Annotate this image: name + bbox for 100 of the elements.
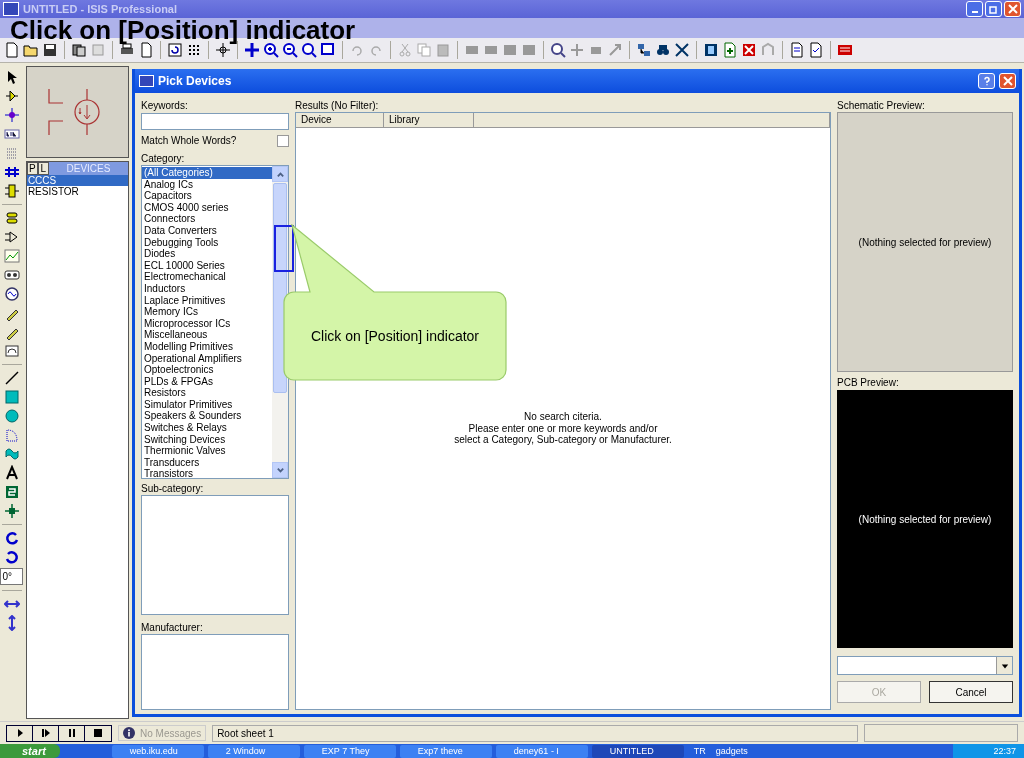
- minimize-button[interactable]: [966, 1, 983, 17]
- category-item[interactable]: Simulator Primitives: [142, 398, 272, 411]
- refresh-icon[interactable]: [167, 42, 183, 58]
- circle-icon[interactable]: [3, 408, 20, 424]
- category-item[interactable]: Speakers & Sounders: [142, 410, 272, 423]
- category-item[interactable]: Switches & Relays: [142, 422, 272, 434]
- category-item[interactable]: Data Converters: [142, 224, 272, 237]
- taskbar-button[interactable]: web.iku.edu: [111, 744, 204, 758]
- open-folder-icon[interactable]: [23, 42, 39, 58]
- category-item[interactable]: Diodes: [142, 248, 272, 260]
- rotation-field[interactable]: 0°: [0, 568, 24, 585]
- terminal-icon[interactable]: [3, 210, 20, 226]
- device-item[interactable]: CCCS: [26, 175, 128, 186]
- origin-icon[interactable]: [215, 42, 231, 58]
- language-indicator[interactable]: TR: [693, 746, 706, 756]
- binoculars-icon[interactable]: [655, 42, 671, 58]
- mode-tab[interactable]: L: [37, 162, 49, 175]
- device-pin-icon[interactable]: [3, 229, 20, 245]
- category-item[interactable]: Connectors: [142, 213, 272, 225]
- taskbar-button[interactable]: EXP 7 They: [303, 744, 396, 758]
- category-item[interactable]: (All Categories): [142, 167, 272, 179]
- arc-icon[interactable]: [3, 427, 20, 443]
- new-file-icon[interactable]: [4, 42, 20, 58]
- category-item[interactable]: Transducers: [142, 456, 272, 469]
- zoom-area-icon[interactable]: [320, 42, 336, 58]
- erc-icon[interactable]: [808, 42, 824, 58]
- category-item[interactable]: Analog ICs: [142, 178, 272, 191]
- dialog-button[interactable]: Cancel: [929, 681, 1013, 703]
- keywords-field[interactable]: [141, 113, 289, 130]
- subcircuit-icon[interactable]: [3, 183, 20, 199]
- category-item[interactable]: Miscellaneous: [142, 329, 272, 341]
- scroll-down-button[interactable]: [272, 462, 288, 478]
- new-sheet-icon[interactable]: [722, 42, 738, 58]
- rotate-anticlockwise-icon[interactable]: [3, 549, 20, 565]
- column-header[interactable]: Device: [296, 113, 384, 127]
- column-header[interactable]: Library: [384, 113, 474, 127]
- tape-icon[interactable]: [3, 267, 20, 283]
- tree-icon[interactable]: [636, 42, 652, 58]
- component-icon[interactable]: [3, 88, 20, 104]
- symbol-icon[interactable]: [3, 484, 20, 500]
- scrollbar[interactable]: [272, 166, 288, 478]
- category-item[interactable]: Electromechanical: [142, 271, 272, 283]
- remove-sheet-icon[interactable]: [741, 42, 757, 58]
- marker-icon[interactable]: [3, 503, 20, 519]
- generator-icon[interactable]: [3, 286, 20, 302]
- stop-icon: [93, 728, 103, 738]
- close-button[interactable]: [1004, 1, 1021, 17]
- category-item[interactable]: Resistors: [142, 387, 272, 399]
- taskbar-button[interactable]: 2 Window: [207, 744, 300, 758]
- category-item[interactable]: Microprocessor ICs: [142, 317, 272, 330]
- taskbar-button[interactable]: Exp7 theve: [399, 744, 492, 758]
- zoom-all-icon[interactable]: [301, 42, 317, 58]
- category-item[interactable]: Optoelectronics: [142, 364, 272, 376]
- tools-icon[interactable]: [674, 42, 690, 58]
- category-item[interactable]: Switching Devices: [142, 433, 272, 446]
- category-item[interactable]: Inductors: [142, 282, 272, 295]
- junction-icon[interactable]: [3, 107, 20, 123]
- pick-icon[interactable]: [550, 42, 566, 58]
- checkbox[interactable]: [277, 134, 289, 147]
- category-item[interactable]: ECL 10000 Series: [142, 259, 272, 272]
- category-item[interactable]: PLDs & FPGAs: [142, 375, 272, 388]
- restore-button[interactable]: [985, 1, 1002, 17]
- scroll-up-button[interactable]: [272, 166, 288, 182]
- category-item[interactable]: Operational Amplifiers: [142, 352, 272, 365]
- zoom-out-icon[interactable]: [282, 42, 298, 58]
- package-dropdown[interactable]: [837, 656, 1013, 675]
- device-item[interactable]: RESISTOR: [26, 186, 128, 197]
- import-icon[interactable]: [71, 42, 87, 58]
- save-icon[interactable]: [42, 42, 58, 58]
- category-item[interactable]: Capacitors: [142, 190, 272, 202]
- taskbar-button[interactable]: deney61 - I: [495, 744, 588, 758]
- label-icon[interactable]: [3, 126, 20, 142]
- category-item[interactable]: CMOS 4000 series: [142, 201, 272, 214]
- text-icon[interactable]: [3, 465, 20, 481]
- callout: Click on [Position] indicator: [282, 224, 508, 382]
- subcategory-list[interactable]: [141, 495, 289, 615]
- page-icon[interactable]: [138, 42, 154, 58]
- close-button[interactable]: [999, 73, 1016, 89]
- mode-tab[interactable]: P: [26, 162, 38, 175]
- checkbox-label: Match Whole Words?: [141, 134, 237, 147]
- zoom-in-icon[interactable]: [263, 42, 279, 58]
- pan-icon[interactable]: [244, 42, 260, 58]
- category-item[interactable]: Laplace Primitives: [142, 294, 272, 307]
- taskbar-button[interactable]: UNTITLED: [591, 744, 684, 758]
- toolbar-label[interactable]: gadgets: [715, 746, 748, 756]
- category-item[interactable]: Transistors: [142, 468, 272, 481]
- instrument-icon[interactable]: [3, 343, 20, 359]
- grid-icon[interactable]: [186, 42, 202, 58]
- rotate-clockwise-icon[interactable]: [3, 530, 20, 546]
- category-item[interactable]: Memory ICs: [142, 306, 272, 318]
- category-item[interactable]: Thermionic Valves: [142, 445, 272, 457]
- ares-icon[interactable]: [837, 42, 853, 58]
- start-button[interactable]: start: [0, 744, 60, 758]
- path-icon[interactable]: [3, 446, 20, 462]
- manufacturer-list[interactable]: [141, 634, 289, 710]
- category-item[interactable]: Modelling Primitives: [142, 340, 272, 353]
- bom-icon[interactable]: [789, 42, 805, 58]
- netlist-icon[interactable]: [703, 42, 719, 58]
- category-item[interactable]: Debugging Tools: [142, 236, 272, 249]
- line-icon[interactable]: [3, 370, 20, 386]
